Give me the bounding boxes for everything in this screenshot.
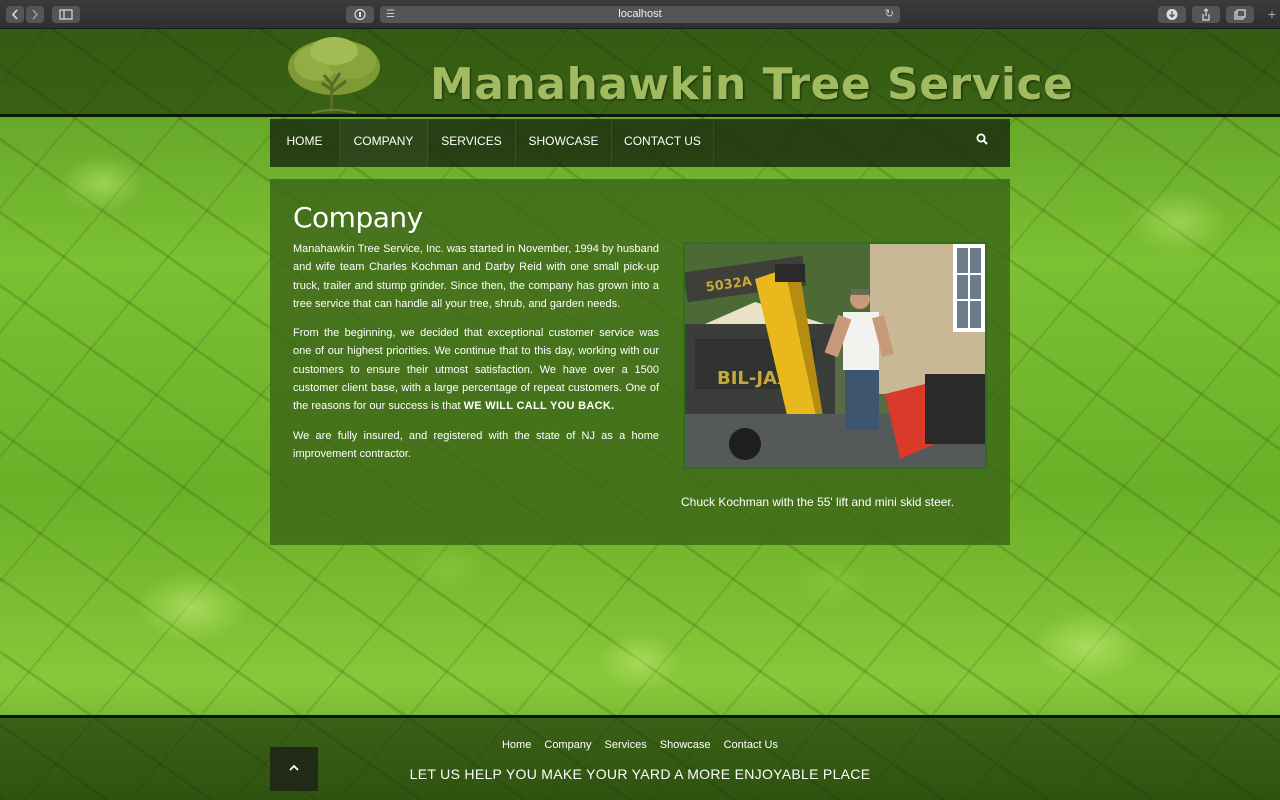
company-photo: BIL-JAX 5032A bbox=[683, 242, 987, 469]
site-header: Manahawkin Tree Service bbox=[0, 29, 1280, 117]
nav-item-label: SERVICES bbox=[441, 134, 502, 148]
paragraph: We are fully insured, and registered wit… bbox=[293, 429, 659, 460]
content-panel: Company Manahawkin Tree Service, Inc. wa… bbox=[270, 179, 1010, 545]
footer-link-contact[interactable]: Contact Us bbox=[724, 739, 778, 751]
main-nav: HOME COMPANY SERVICES SHOWCASE CONTACT U… bbox=[270, 119, 1010, 167]
photo-caption: Chuck Kochman with the 55' lift and mini… bbox=[681, 495, 955, 509]
share-button[interactable] bbox=[1192, 6, 1220, 23]
chevron-right-icon bbox=[32, 9, 39, 20]
footer-link-home[interactable]: Home bbox=[502, 739, 531, 751]
address-bar[interactable]: ☰ localhost ↻ bbox=[380, 6, 900, 23]
footer-link-company[interactable]: Company bbox=[544, 739, 591, 751]
page: Manahawkin Tree Service HOME COMPANY SER… bbox=[0, 29, 1280, 800]
nav-item-label: COMPANY bbox=[353, 134, 414, 148]
tabs-icon bbox=[1234, 9, 1246, 20]
download-icon bbox=[1166, 9, 1178, 20]
chevron-up-icon bbox=[289, 764, 299, 771]
privacy-button[interactable] bbox=[346, 6, 374, 23]
back-button[interactable] bbox=[6, 6, 24, 23]
reload-icon[interactable]: ↻ bbox=[885, 6, 894, 23]
nav-item-company[interactable]: COMPANY bbox=[340, 119, 428, 167]
url-text: localhost bbox=[618, 8, 662, 20]
nav-item-label: CONTACT US bbox=[624, 134, 701, 148]
chevron-left-icon bbox=[11, 9, 18, 20]
download-button[interactable] bbox=[1158, 6, 1186, 23]
nav-item-services[interactable]: SERVICES bbox=[428, 119, 516, 167]
tree-logo-icon[interactable] bbox=[282, 35, 386, 115]
search-icon[interactable] bbox=[976, 133, 988, 145]
sidebar-icon bbox=[59, 9, 73, 20]
footer-link-services[interactable]: Services bbox=[605, 739, 647, 751]
tabs-button[interactable] bbox=[1226, 6, 1254, 23]
footer-link-showcase[interactable]: Showcase bbox=[660, 739, 711, 751]
reader-icon: ☰ bbox=[386, 9, 395, 20]
site-footer: Home Company Services Showcase Contact U… bbox=[0, 715, 1280, 800]
photo-illustration: BIL-JAX 5032A bbox=[685, 244, 985, 467]
footer-tagline: LET US HELP YOU MAKE YOUR YARD A MORE EN… bbox=[409, 766, 871, 782]
company-text: Manahawkin Tree Service, Inc. was starte… bbox=[293, 240, 659, 474]
forward-button[interactable] bbox=[26, 6, 44, 23]
emphasis-text: WE WILL CALL YOU BACK. bbox=[463, 400, 615, 413]
nav-item-contact[interactable]: CONTACT US bbox=[612, 119, 714, 167]
paragraph: From the beginning, we decided that exce… bbox=[293, 324, 659, 415]
page-title: Company bbox=[293, 201, 423, 234]
new-tab-icon[interactable]: + bbox=[1268, 7, 1276, 21]
shield-icon bbox=[354, 8, 366, 21]
nav-item-label: HOME bbox=[286, 134, 323, 148]
footer-nav: Home Company Services Showcase Contact U… bbox=[0, 739, 1280, 751]
nav-item-home[interactable]: HOME bbox=[270, 119, 340, 167]
sidebar-toggle-button[interactable] bbox=[52, 6, 80, 23]
paragraph: Manahawkin Tree Service, Inc. was starte… bbox=[293, 243, 659, 310]
browser-toolbar: ☰ localhost ↻ + bbox=[0, 0, 1280, 29]
share-icon bbox=[1202, 8, 1210, 21]
nav-item-showcase[interactable]: SHOWCASE bbox=[516, 119, 612, 167]
scroll-to-top-button[interactable] bbox=[270, 747, 318, 791]
nav-item-label: SHOWCASE bbox=[528, 134, 599, 148]
site-title[interactable]: Manahawkin Tree Service bbox=[430, 59, 1073, 110]
